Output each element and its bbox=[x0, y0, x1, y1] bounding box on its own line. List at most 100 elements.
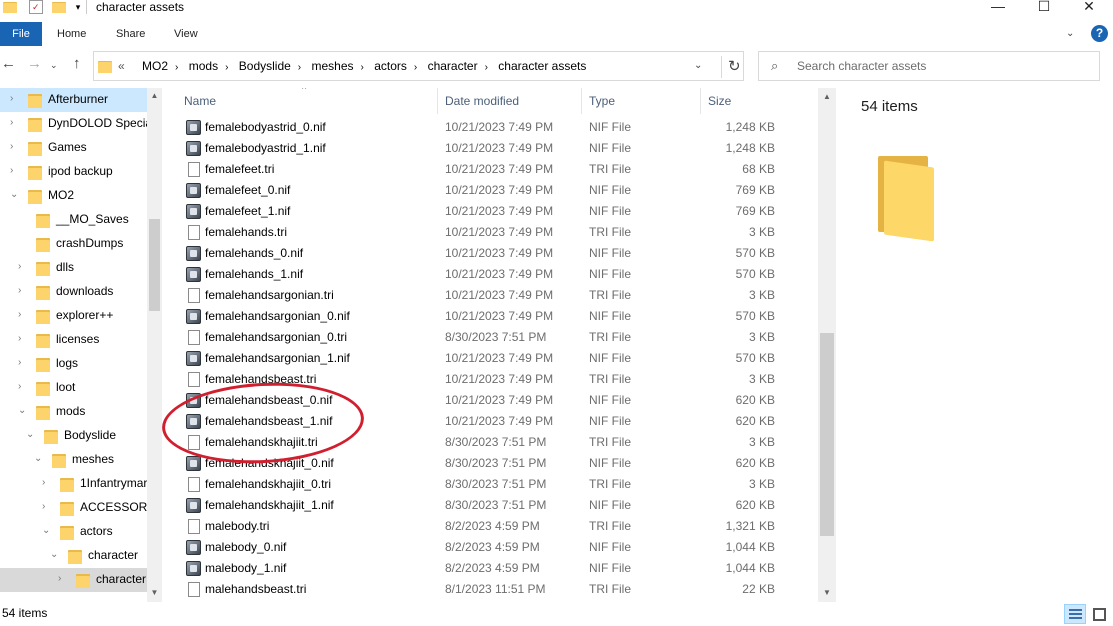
chevron-right-icon[interactable]: › bbox=[42, 501, 52, 512]
tree-item[interactable]: › explorer++ bbox=[0, 304, 147, 328]
tab-home[interactable]: Home bbox=[57, 22, 86, 46]
close-button[interactable]: ✕ bbox=[1069, 0, 1109, 16]
new-folder-icon[interactable] bbox=[52, 0, 66, 13]
chevron-right-icon[interactable]: › bbox=[10, 93, 20, 104]
file-row[interactable]: femalehandsbeast_0.nif 10/21/2023 7:49 PM… bbox=[162, 390, 818, 411]
large-icons-view-button[interactable] bbox=[1088, 604, 1110, 624]
chevron-right-icon[interactable]: › bbox=[18, 285, 28, 296]
tree-item[interactable]: ⌄ MO2 bbox=[0, 184, 147, 208]
address-bar[interactable]: « MO2 › mods › Bodyslide › meshes › actors › … bbox=[93, 51, 744, 81]
scroll-down-icon[interactable]: ▼ bbox=[818, 588, 836, 597]
breadcrumb-actors[interactable]: actors bbox=[374, 59, 407, 73]
back-arrow-icon[interactable]: ← bbox=[1, 55, 16, 72]
breadcrumb-meshes[interactable]: meshes bbox=[311, 59, 353, 73]
chevron-right-icon[interactable]: › bbox=[18, 381, 28, 392]
chevron-right-icon[interactable]: › bbox=[18, 333, 28, 344]
file-row[interactable]: malebody_0.nif 8/2/2023 4:59 PM NIF File 1,… bbox=[162, 537, 818, 558]
chevron-right-icon[interactable]: › bbox=[10, 141, 20, 152]
breadcrumb-character-assets[interactable]: character assets bbox=[498, 59, 586, 73]
tree-item[interactable]: › dlls bbox=[0, 256, 147, 280]
file-row[interactable]: femalehandskhajiit.tri 8/30/2023 7:51 PM T… bbox=[162, 432, 818, 453]
breadcrumb-mo2[interactable]: MO2 bbox=[142, 59, 168, 73]
tree-item[interactable]: __MO_Saves bbox=[0, 208, 147, 232]
scroll-up-icon[interactable]: ▲ bbox=[147, 91, 162, 100]
file-row[interactable]: femalefeet.tri 10/21/2023 7:49 PM TRI File… bbox=[162, 159, 818, 180]
tree-item[interactable]: › 1Infantrymar bbox=[0, 472, 147, 496]
chevron-down-icon[interactable]: ⌄ bbox=[42, 525, 52, 536]
chevron-down-icon[interactable]: ⌄ bbox=[50, 549, 60, 560]
chevron-right-icon[interactable]: › bbox=[42, 477, 52, 488]
tab-view[interactable]: View bbox=[174, 22, 198, 46]
customize-quick-access-icon[interactable]: ▾ bbox=[71, 0, 85, 14]
scrollbar-thumb[interactable] bbox=[149, 219, 160, 311]
file-row[interactable]: femalehandsargonian.tri 10/21/2023 7:49 P… bbox=[162, 285, 818, 306]
file-row[interactable]: femalehandsargonian_0.nif 10/21/2023 7:49… bbox=[162, 306, 818, 327]
chevron-right-icon[interactable]: › bbox=[10, 117, 20, 128]
file-row[interactable]: femalehandsbeast_1.nif 10/21/2023 7:49 PM… bbox=[162, 411, 818, 432]
tree-item[interactable]: › ipod backup bbox=[0, 160, 147, 184]
tab-share[interactable]: Share bbox=[116, 22, 145, 46]
file-row[interactable]: femalefeet_0.nif 10/21/2023 7:49 PM NIF Fi… bbox=[162, 180, 818, 201]
forward-arrow-icon[interactable]: → bbox=[27, 55, 42, 72]
tree-item[interactable]: ⌄ meshes bbox=[0, 448, 147, 472]
chevron-right-icon[interactable]: › bbox=[18, 261, 28, 272]
breadcrumb-overflow[interactable]: « bbox=[118, 59, 125, 73]
details-view-button[interactable] bbox=[1064, 604, 1086, 624]
navigation-pane-scrollbar[interactable]: ▲ ▼ bbox=[147, 88, 162, 602]
column-header-date[interactable]: Date modified bbox=[445, 88, 519, 114]
address-history-dropdown-icon[interactable]: ⌄ bbox=[694, 60, 702, 71]
search-box[interactable]: ⌕ bbox=[758, 51, 1100, 81]
tree-item[interactable]: › downloads bbox=[0, 280, 147, 304]
file-list-scrollbar[interactable]: ▲ ▼ bbox=[818, 88, 836, 602]
column-header-name[interactable]: Name bbox=[184, 88, 216, 114]
column-header-type[interactable]: Type bbox=[589, 88, 615, 114]
tree-item[interactable]: › character bbox=[0, 568, 147, 592]
properties-icon[interactable]: ✓ bbox=[29, 0, 43, 14]
help-icon[interactable]: ? bbox=[1091, 25, 1108, 42]
file-row[interactable]: femalehandskhajiit_1.nif 8/30/2023 7:51 P… bbox=[162, 495, 818, 516]
tree-item[interactable]: ⌄ mods bbox=[0, 400, 147, 424]
up-arrow-icon[interactable]: ↑ bbox=[73, 55, 81, 72]
chevron-down-icon[interactable]: ⌄ bbox=[34, 453, 44, 464]
tree-item[interactable]: › Games bbox=[0, 136, 147, 160]
tree-item[interactable]: ⌄ Bodyslide bbox=[0, 424, 147, 448]
column-header-size[interactable]: Size bbox=[708, 88, 731, 114]
scroll-up-icon[interactable]: ▲ bbox=[818, 92, 836, 101]
file-row[interactable]: femalehandskhajiit_0.nif 8/30/2023 7:51 P… bbox=[162, 453, 818, 474]
file-row[interactable]: femalehandsbeast.tri 10/21/2023 7:49 PM TR… bbox=[162, 369, 818, 390]
file-row[interactable]: femalebodyastrid_1.nif 10/21/2023 7:49 PM… bbox=[162, 138, 818, 159]
file-row[interactable]: femalehandsargonian_1.nif 10/21/2023 7:49… bbox=[162, 348, 818, 369]
tree-item[interactable]: › logs bbox=[0, 352, 147, 376]
search-input[interactable] bbox=[797, 57, 1087, 75]
scroll-down-icon[interactable]: ▼ bbox=[147, 588, 162, 597]
tree-item[interactable]: crashDumps bbox=[0, 232, 147, 256]
chevron-down-icon[interactable]: ⌄ bbox=[18, 405, 28, 416]
chevron-down-icon[interactable]: ⌄ bbox=[10, 189, 20, 200]
expand-ribbon-icon[interactable]: ⌄ bbox=[1066, 28, 1074, 39]
breadcrumb-mods[interactable]: mods bbox=[189, 59, 218, 73]
file-tab[interactable]: File bbox=[0, 22, 42, 46]
file-row[interactable]: femalehandskhajiit_0.tri 8/30/2023 7:51 P… bbox=[162, 474, 818, 495]
chevron-down-icon[interactable]: ⌄ bbox=[26, 429, 36, 440]
file-row[interactable]: femalehands_1.nif 10/21/2023 7:49 PM NIF F… bbox=[162, 264, 818, 285]
file-row[interactable]: femalefeet_1.nif 10/21/2023 7:49 PM NIF Fi… bbox=[162, 201, 818, 222]
tree-item[interactable]: › DynDOLOD Specia bbox=[0, 112, 147, 136]
tree-item[interactable]: › ACCESSORIZ bbox=[0, 496, 147, 520]
file-row[interactable]: femalehands.tri 10/21/2023 7:49 PM TRI Fil… bbox=[162, 222, 818, 243]
recent-locations-icon[interactable]: ⌄ bbox=[50, 60, 58, 71]
tree-item[interactable]: › loot bbox=[0, 376, 147, 400]
scrollbar-thumb[interactable] bbox=[820, 333, 834, 536]
breadcrumb-character[interactable]: character bbox=[428, 59, 478, 73]
file-row[interactable]: malebody_1.nif 8/2/2023 4:59 PM NIF File 1,… bbox=[162, 558, 818, 579]
file-row[interactable]: malehandsbeast.tri 8/1/2023 11:51 PM TRI F… bbox=[162, 579, 818, 600]
file-row[interactable]: femalehands_0.nif 10/21/2023 7:49 PM NIF F… bbox=[162, 243, 818, 264]
tree-item[interactable]: ⌄ actors bbox=[0, 520, 147, 544]
chevron-right-icon[interactable]: › bbox=[18, 309, 28, 320]
chevron-right-icon[interactable]: › bbox=[10, 165, 20, 176]
refresh-icon[interactable]: ↻ bbox=[721, 56, 741, 78]
tree-item[interactable]: ⌄ character bbox=[0, 544, 147, 568]
chevron-right-icon[interactable]: › bbox=[18, 357, 28, 368]
chevron-right-icon[interactable]: › bbox=[58, 573, 68, 584]
minimize-button[interactable]: — bbox=[978, 0, 1018, 16]
tree-item[interactable]: › licenses bbox=[0, 328, 147, 352]
